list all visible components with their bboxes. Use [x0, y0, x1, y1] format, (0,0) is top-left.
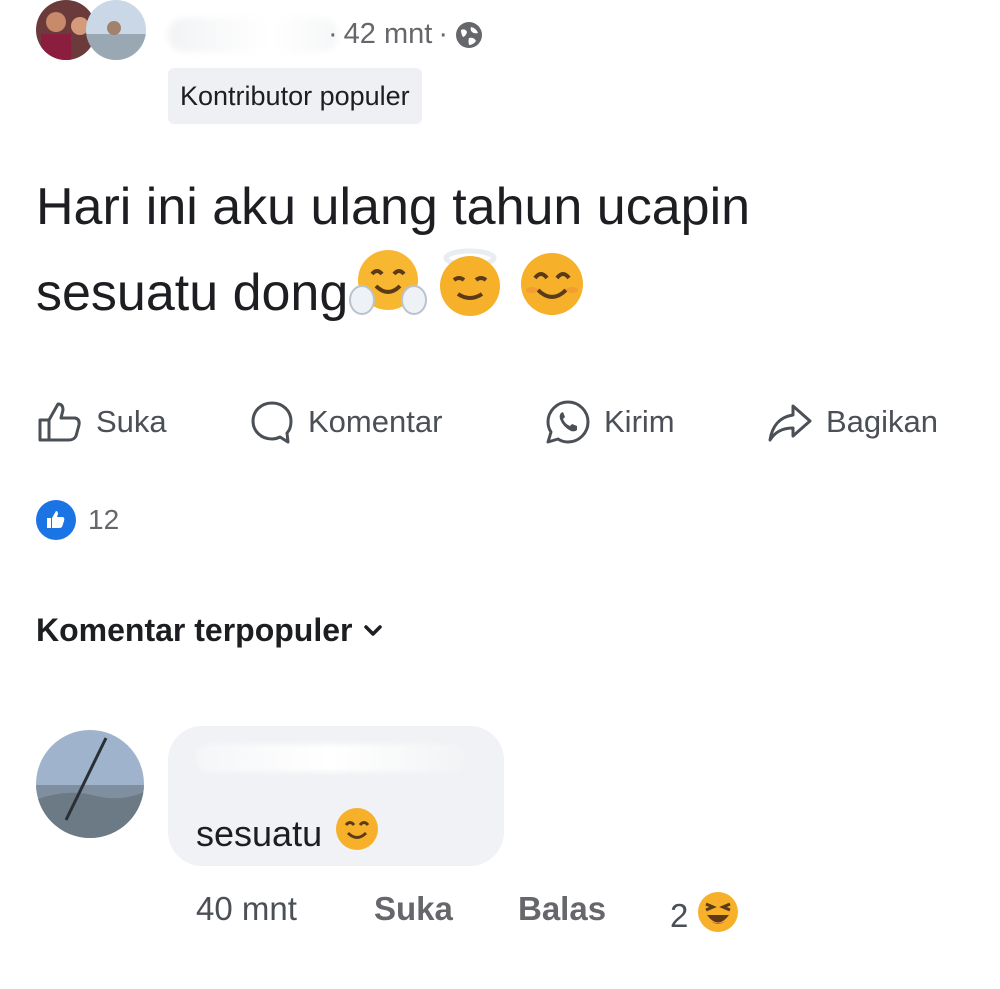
laughing-icon	[696, 890, 740, 942]
send-button[interactable]: Kirim	[544, 392, 675, 452]
author-avatar[interactable]	[36, 0, 146, 62]
contributor-badge: Kontributor populer	[168, 68, 422, 124]
post-time[interactable]: 42 mnt	[344, 18, 433, 51]
comment-text-wrap: sesuatu	[196, 806, 380, 861]
sort-label: Komentar terpopuler	[36, 612, 353, 648]
post-text-line1: Hari ini aku ulang tahun ucapin	[36, 178, 751, 236]
commenter-name-blurred[interactable]	[196, 744, 466, 772]
meta-separator: ·	[328, 18, 338, 50]
chevron-down-icon	[364, 624, 383, 636]
send-label: Kirim	[604, 404, 675, 439]
post-text: Hari ini aku ulang tahun ucapin sesuatu …	[36, 168, 976, 340]
share-button[interactable]: Bagikan	[766, 392, 938, 452]
share-label: Bagikan	[826, 404, 939, 439]
globe-icon	[454, 20, 484, 50]
reaction-count: 12	[88, 504, 120, 535]
like-button[interactable]: Suka	[36, 392, 167, 452]
comment-like-button[interactable]: Suka	[374, 890, 453, 928]
comment-reaction-count: 2	[670, 897, 689, 934]
commenter-avatar[interactable]	[36, 730, 144, 838]
comment-label: Komentar	[308, 404, 443, 439]
author-name-blurred[interactable]	[168, 18, 338, 52]
like-label: Suka	[96, 404, 167, 439]
whatsapp-icon	[546, 400, 590, 444]
thumbs-up-icon	[38, 402, 81, 442]
smiling-halo-icon	[428, 246, 512, 340]
comment-reactions[interactable]: 2	[670, 890, 740, 942]
post-text-line2-wrap: sesuatu dong	[36, 246, 976, 340]
post-meta: · 42 mnt ·	[328, 18, 484, 51]
post-text-line2: sesuatu dong	[36, 264, 349, 322]
smiling-eyes-icon	[334, 806, 380, 861]
meta-separator-2: ·	[438, 18, 449, 50]
smiling-eyes-icon	[512, 246, 592, 340]
comment-button[interactable]: Komentar	[248, 392, 442, 452]
comment-sort-dropdown[interactable]: Komentar terpopuler	[36, 612, 384, 649]
comment-bubble-icon	[251, 401, 293, 444]
share-arrow-icon	[768, 404, 812, 442]
reaction-summary[interactable]: 12	[36, 500, 119, 540]
comment-time[interactable]: 40 mnt	[196, 890, 297, 928]
like-reaction-icon	[36, 500, 76, 540]
comment-text: sesuatu	[196, 812, 323, 854]
comment-reply-button[interactable]: Balas	[518, 890, 606, 928]
hugging-face-icon	[348, 246, 428, 340]
